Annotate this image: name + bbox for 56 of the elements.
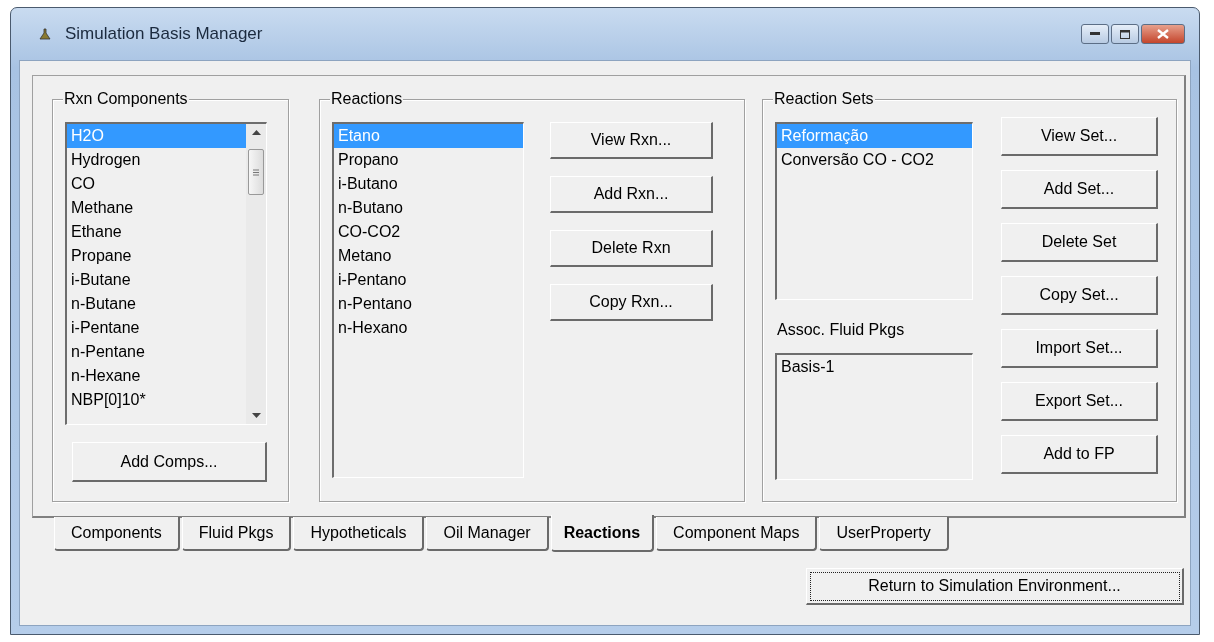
list-item[interactable]: NBP[0]10* [67,388,246,412]
grip-icon [253,168,259,176]
list-item[interactable]: Basis-1 [777,355,972,379]
list-label: Assoc. Fluid Pkgs [777,320,906,340]
action-button[interactable]: Add Set... [1001,170,1158,209]
list-item[interactable]: CO [67,172,246,196]
action-button[interactable]: Add to FP [1001,435,1158,474]
close-icon [1157,29,1169,39]
list-item[interactable]: i-Butano [334,172,523,196]
action-button[interactable]: Import Set... [1001,329,1158,368]
tab[interactable]: Hypotheticals [293,517,425,551]
list-item[interactable]: n-Hexano [334,316,523,340]
scroll-down-icon[interactable] [251,413,261,418]
tab[interactable]: Component Maps [656,517,818,551]
list-item[interactable]: i-Pentano [334,268,523,292]
maximize-icon [1120,29,1130,39]
list-item[interactable]: Propane [67,244,246,268]
close-button[interactable] [1141,24,1185,44]
tab[interactable]: Reactions [550,515,655,552]
minimize-button[interactable] [1081,24,1109,44]
action-button[interactable]: Export Set... [1001,382,1158,421]
list-item[interactable]: n-Butano [334,196,523,220]
list-item[interactable]: Conversão CO - CO2 [777,148,972,172]
group-title: Rxn Components [63,90,189,108]
list-item[interactable]: n-Hexane [67,364,246,388]
scroll-thumb[interactable] [248,149,264,195]
tab[interactable]: UserProperty [819,517,949,551]
list-item[interactable]: i-Butane [67,268,246,292]
action-button[interactable]: Delete Set [1001,223,1158,262]
list-item[interactable]: n-Pentane [67,340,246,364]
list-item[interactable]: i-Pentane [67,316,246,340]
tab[interactable]: Oil Manager [426,517,549,551]
list-item[interactable]: CO-CO2 [334,220,523,244]
add-comps-button[interactable]: Add Comps... [72,442,267,482]
scrollbar[interactable] [246,124,266,424]
list-item[interactable]: n-Butane [67,292,246,316]
action-button[interactable]: Copy Set... [1001,276,1158,315]
action-button[interactable]: View Rxn... [550,122,713,159]
window-title: Simulation Basis Manager [65,24,263,44]
return-button[interactable]: Return to Simulation Environment... [806,568,1184,605]
list-item[interactable]: Propano [334,148,523,172]
maximize-button[interactable] [1111,24,1139,44]
action-button[interactable]: Copy Rxn... [550,284,713,321]
list-item[interactable]: n-Pentano [334,292,523,316]
minimize-icon [1090,32,1100,36]
action-button[interactable]: Delete Rxn [550,230,713,267]
tab[interactable]: Fluid Pkgs [181,517,292,551]
scroll-up-icon[interactable] [251,130,261,135]
app-icon [39,28,51,40]
list-item[interactable]: Hydrogen [67,148,246,172]
list-item[interactable]: Metano [334,244,523,268]
action-button[interactable]: Add Rxn... [550,176,713,213]
action-button[interactable]: View Set... [1001,117,1158,156]
list-item[interactable]: Ethane [67,220,246,244]
tab[interactable]: Components [54,517,180,551]
list-item[interactable]: Methane [67,196,246,220]
